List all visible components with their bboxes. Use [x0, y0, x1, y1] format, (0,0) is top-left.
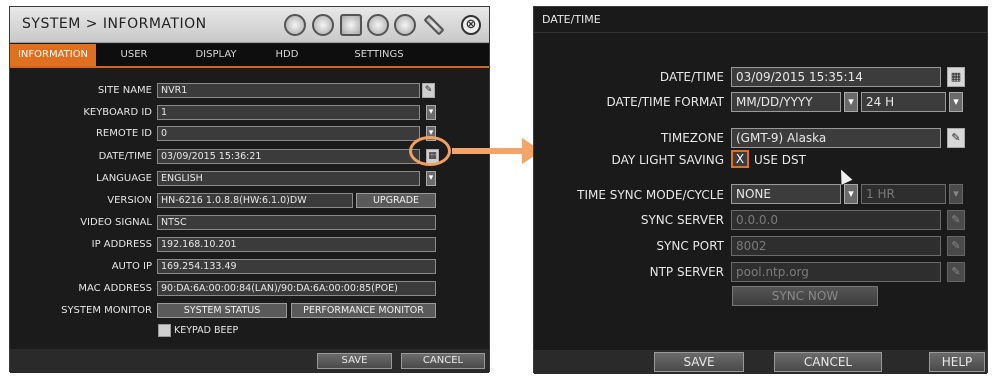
site-name-label: SITE NAME [97, 85, 152, 96]
date-time-field[interactable]: 03/09/2015 15:36:21 [157, 149, 420, 164]
sync-port-field[interactable]: 8002 [731, 236, 941, 256]
upgrade-button[interactable]: UPGRADE [356, 193, 436, 208]
save-button[interactable]: SAVE [317, 353, 392, 369]
date-time-label: DATE/TIME [659, 70, 724, 84]
title-bar: SYSTEM > INFORMATION ⊗ [10, 7, 489, 43]
version-label: VERSION [107, 195, 152, 206]
date-time-label: DATE/TIME [98, 151, 152, 162]
edit-icon[interactable]: ✎ [947, 262, 965, 282]
chevron-down-icon[interactable]: ▾ [426, 171, 436, 186]
video-signal-field: NTSC [157, 215, 436, 230]
date-format-select[interactable]: MM/DD/YYYY [731, 92, 841, 112]
edit-icon[interactable]: ✎ [947, 128, 965, 148]
chevron-down-icon[interactable]: ▾ [844, 184, 858, 204]
callout-arrow-shaft [452, 148, 525, 154]
auto-ip-field: 169.254.133.49 [157, 259, 436, 274]
system-information-window: SYSTEM > INFORMATION ⊗ INFORMATION USER … [9, 6, 490, 373]
language-label: LANGUAGE [96, 173, 152, 184]
calendar-icon[interactable]: ▦ [947, 67, 965, 87]
auto-ip-label: AUTO IP [111, 261, 152, 272]
use-dst-checkbox[interactable]: X [731, 150, 749, 168]
camera-icon[interactable] [312, 14, 334, 36]
date-time-format-label: DATE/TIME FORMAT [606, 95, 724, 109]
ntp-server-field[interactable]: pool.ntp.org [731, 262, 941, 282]
chevron-down-icon[interactable]: ▾ [949, 184, 963, 204]
event-icon[interactable] [394, 14, 416, 36]
network-icon[interactable] [367, 14, 389, 36]
mac-address-field: 90:DA:6A:00:00:84(LAN)/90:DA:6A:00:00:85… [157, 281, 436, 296]
ip-address-field: 192.168.10.201 [157, 237, 436, 252]
tab-settings[interactable]: SETTINGS [348, 44, 410, 66]
gear-icon[interactable] [284, 14, 306, 36]
storage-icon[interactable] [340, 14, 362, 36]
sync-port-label: SYNC PORT [656, 239, 724, 253]
highlight-circle [409, 136, 451, 166]
sync-server-label: SYNC SERVER [640, 213, 724, 227]
cancel-button[interactable]: CANCEL [774, 352, 882, 372]
sync-server-field[interactable]: 0.0.0.0 [731, 210, 941, 230]
pencil-shape [423, 14, 445, 36]
version-field: HN-6216 1.0.8.8(HW:6.1.0)DW [157, 193, 353, 208]
keypad-beep-checkbox[interactable] [158, 324, 171, 337]
mouse-cursor-icon [835, 167, 853, 185]
timezone-label: TIMEZONE [660, 131, 724, 145]
timezone-select[interactable]: (GMT-9) Alaska [731, 128, 941, 148]
pencil-icon[interactable] [423, 14, 445, 36]
tab-user[interactable]: USER [114, 44, 154, 66]
chevron-down-icon[interactable]: ▾ [426, 105, 436, 120]
bottom-bar: SAVE CANCEL HELP [534, 350, 987, 374]
edit-icon[interactable]: ✎ [422, 83, 435, 98]
remote-id-field[interactable]: 0 [157, 126, 420, 141]
tab-information[interactable]: INFORMATION [10, 44, 96, 66]
date-time-window: DATE/TIME DATE/TIME 03/09/2015 15:35:14 … [533, 6, 988, 374]
performance-monitor-button[interactable]: PERFORMANCE MONITOR [291, 303, 436, 318]
ntp-server-label: NTP SERVER [649, 265, 724, 279]
tab-display[interactable]: DISPLAY [188, 44, 244, 66]
system-status-button[interactable]: SYSTEM STATUS [157, 303, 287, 318]
chevron-down-icon[interactable]: ▾ [844, 92, 858, 112]
day-light-saving-label: DAY LIGHT SAVING [611, 153, 724, 167]
close-button[interactable]: ⊗ [461, 15, 481, 35]
cancel-button[interactable]: CANCEL [401, 353, 485, 369]
keyboard-id-field[interactable]: 1 [157, 105, 420, 120]
edit-icon[interactable]: ✎ [947, 210, 965, 230]
use-dst-label: USE DST [754, 153, 806, 167]
mac-address-label: MAC ADDRESS [78, 283, 152, 294]
title-bar: DATE/TIME [534, 7, 987, 33]
bottom-bar: SAVE CANCEL [10, 349, 489, 373]
tab-bar: INFORMATION USER DISPLAY HDD SETTINGS [10, 44, 489, 68]
ip-address-label: IP ADDRESS [91, 239, 152, 250]
date-time-field[interactable]: 03/09/2015 15:35:14 [731, 67, 941, 87]
time-sync-mode-label: TIME SYNC MODE/CYCLE [577, 188, 724, 202]
video-signal-label: VIDEO SIGNAL [80, 217, 152, 228]
tab-hdd[interactable]: HDD [272, 44, 302, 66]
language-select[interactable]: ENGLISH [157, 171, 420, 186]
system-monitor-label: SYSTEM MONITOR [61, 305, 152, 316]
chevron-down-icon[interactable]: ▾ [949, 92, 963, 112]
remote-id-label: REMOTE ID [95, 128, 152, 139]
sync-now-button[interactable]: SYNC NOW [732, 286, 878, 306]
hour-format-select[interactable]: 24 H [861, 92, 946, 112]
edit-icon[interactable]: ✎ [947, 236, 965, 256]
keypad-beep-label: KEYPAD BEEP [174, 325, 239, 336]
keyboard-id-label: KEYBOARD ID [83, 107, 152, 118]
window-title: DATE/TIME [542, 13, 601, 26]
sync-cycle-select[interactable]: 1 HR [861, 184, 946, 204]
help-button[interactable]: HELP [929, 352, 985, 372]
sync-mode-select[interactable]: NONE [731, 184, 841, 204]
save-button[interactable]: SAVE [654, 352, 744, 372]
site-name-field[interactable]: NVR1 [157, 83, 420, 98]
window-title: SYSTEM > INFORMATION [22, 16, 207, 32]
